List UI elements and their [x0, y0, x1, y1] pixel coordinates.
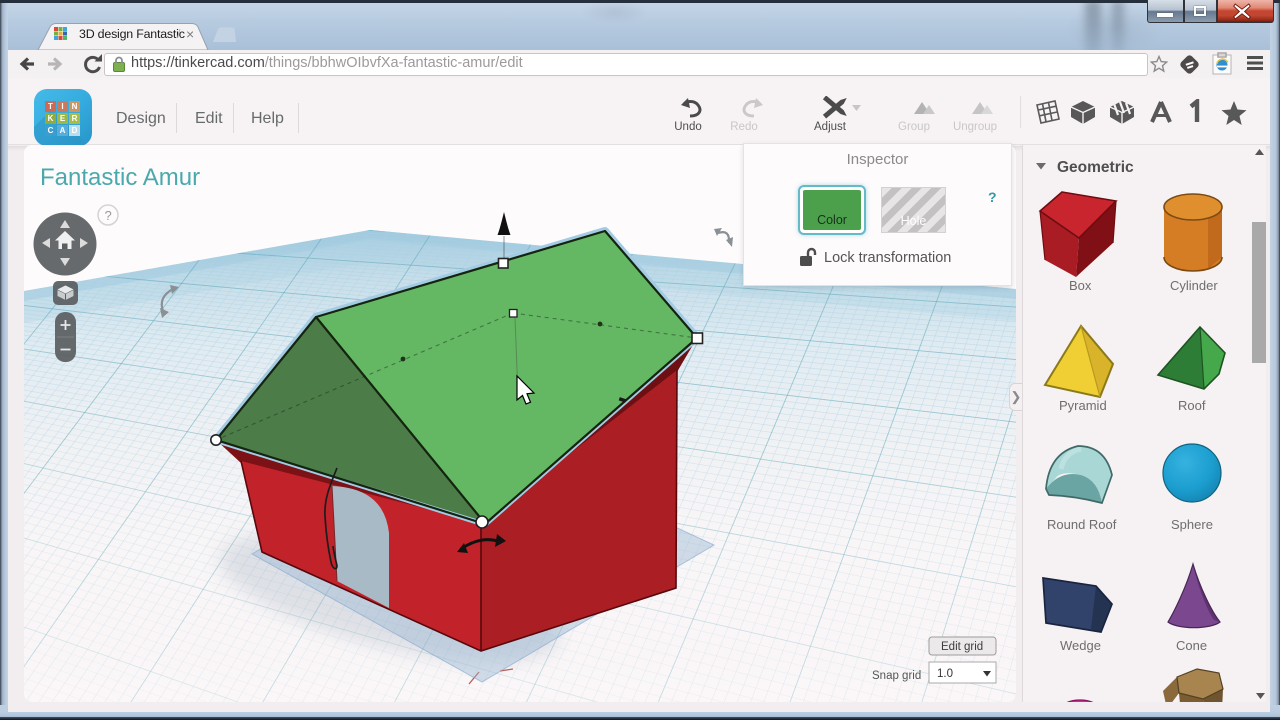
svg-text:?: ? — [105, 208, 112, 223]
svg-text:Edit grid: Edit grid — [941, 641, 983, 653]
svg-text:Geometric: Geometric — [1057, 159, 1134, 176]
svg-text:1.0: 1.0 — [937, 668, 953, 680]
svg-text:Fantastic Amur: Fantastic Amur — [40, 164, 200, 191]
svg-text:Pyramid: Pyramid — [1059, 398, 1107, 413]
svg-text:Sphere: Sphere — [1171, 517, 1213, 532]
svg-text:Cone: Cone — [1176, 638, 1207, 653]
svg-text:Roof: Roof — [1178, 398, 1206, 413]
svg-text:Cylinder: Cylinder — [1170, 278, 1218, 293]
svg-text:Wedge: Wedge — [1060, 638, 1101, 653]
svg-text:Snap grid: Snap grid — [872, 670, 921, 682]
svg-text:Round Roof: Round Roof — [1047, 517, 1117, 532]
svg-text:Box: Box — [1069, 278, 1092, 293]
